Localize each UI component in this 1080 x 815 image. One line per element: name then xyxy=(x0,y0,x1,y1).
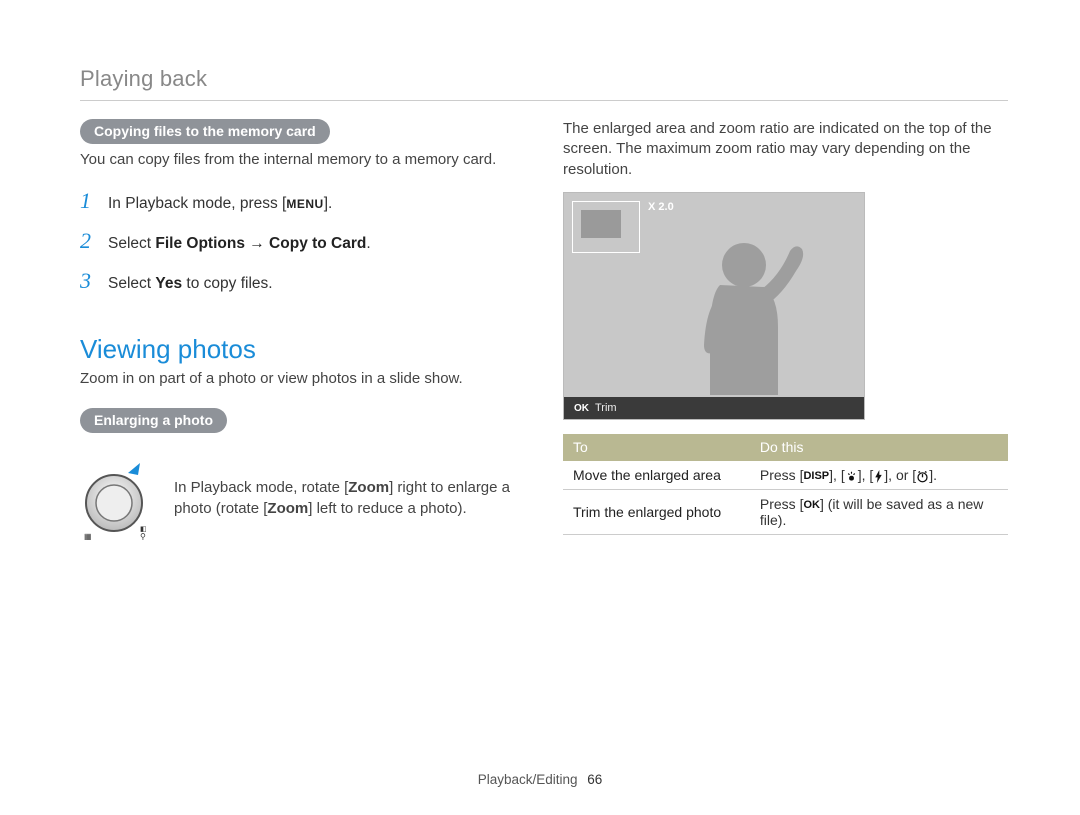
action-instruction: Press [OK] (it will be saved as a new fi… xyxy=(750,490,1008,535)
table-row: Trim the enlarged photo Press [OK] (it w… xyxy=(563,490,1008,535)
text: ], or [ xyxy=(884,467,916,483)
text: ], [ xyxy=(829,467,845,483)
ok-button-label: OK xyxy=(803,498,820,512)
svg-text:⚲: ⚲ xyxy=(140,532,146,541)
table-row: Move the enlarged area Press [DISP], [],… xyxy=(563,461,1008,490)
step-number: 2 xyxy=(80,228,94,254)
lcd-preview: X 2.0 OK Trim xyxy=(563,192,865,420)
action-name: Move the enlarged area xyxy=(563,461,750,490)
trim-label: Trim xyxy=(595,402,617,414)
footer-label: Playback/Editing xyxy=(478,772,578,787)
text: to copy files. xyxy=(182,275,272,292)
manual-page: Playing back Copying files to the memory… xyxy=(0,0,1080,815)
step-2: 2 Select File Options → Copy to Card. xyxy=(80,228,525,254)
actions-table: To Do this Move the enlarged area Press … xyxy=(563,434,1008,536)
page-number: 66 xyxy=(587,772,602,787)
enlarge-instruction: In Playback mode, rotate [Zoom] right to… xyxy=(174,478,525,519)
col-do-this: Do this xyxy=(750,434,1008,461)
flash-bolt-icon xyxy=(873,469,884,483)
zoom-label: Zoom xyxy=(267,500,308,517)
col-to: To xyxy=(563,434,750,461)
bold-text: File Options → Copy to Card xyxy=(155,235,366,252)
menu-button-label: MENU xyxy=(286,197,323,211)
copy-intro: You can copy files from the internal mem… xyxy=(80,150,525,170)
text: left to reduce a photo). xyxy=(312,500,466,517)
text: In Playback mode, rotate xyxy=(174,479,344,496)
bold-text: Yes xyxy=(155,275,182,292)
two-column-layout: Copying files to the memory card You can… xyxy=(80,119,1008,541)
step-number: 1 xyxy=(80,188,94,214)
zoom-dial-illustration: ▦ ⚲ ◧ xyxy=(80,457,152,541)
step-text: Select Yes to copy files. xyxy=(108,275,273,293)
child-silhouette-icon xyxy=(670,235,810,395)
disp-button-label: DISP xyxy=(803,469,829,483)
svg-text:◧: ◧ xyxy=(140,526,147,533)
text: Select xyxy=(108,235,155,252)
action-instruction: Press [DISP], [], [], or []. xyxy=(750,461,1008,490)
zoom-ratio-label: X 2.0 xyxy=(648,201,674,213)
text: In Playback mode, press [ xyxy=(108,195,286,212)
text: ]. xyxy=(929,467,937,483)
zoom-dial-block: ▦ ⚲ ◧ In Playback mode, rotate [Zoom] ri… xyxy=(80,457,525,541)
text: Press [ xyxy=(760,467,804,483)
subheading-enlarging: Enlarging a photo xyxy=(80,408,227,433)
text: Select xyxy=(108,275,155,292)
step-text: In Playback mode, press [MENU]. xyxy=(108,195,332,213)
right-column: The enlarged area and zoom ratio are ind… xyxy=(563,119,1008,541)
ok-label: OK xyxy=(574,398,589,420)
text: ]. xyxy=(324,195,333,212)
svg-text:▦: ▦ xyxy=(84,532,92,541)
subheading-copy-to-card: Copying files to the memory card xyxy=(80,119,330,144)
text: Press [ xyxy=(760,496,804,512)
zoom-area-indicator xyxy=(572,201,640,253)
page-footer: Playback/Editing 66 xyxy=(0,772,1080,787)
left-column: Copying files to the memory card You can… xyxy=(80,119,525,541)
self-timer-icon xyxy=(916,469,929,483)
step-text: Select File Options → Copy to Card. xyxy=(108,235,371,253)
zoom-area-inner xyxy=(581,210,621,238)
section-title: Playing back xyxy=(80,66,1008,92)
lcd-footer-bar: OK Trim xyxy=(564,397,864,419)
text: ], [ xyxy=(858,467,874,483)
divider xyxy=(80,100,1008,101)
heading-viewing-photos: Viewing photos xyxy=(80,334,525,365)
viewing-intro: Zoom in on part of a photo or view photo… xyxy=(80,369,525,389)
step-number: 3 xyxy=(80,268,94,294)
zoom-label: Zoom xyxy=(348,479,389,496)
text: . xyxy=(366,235,370,252)
zoom-ratio-note: The enlarged area and zoom ratio are ind… xyxy=(563,119,1008,180)
step-1: 1 In Playback mode, press [MENU]. xyxy=(80,188,525,214)
action-name: Trim the enlarged photo xyxy=(563,490,750,535)
macro-flower-icon xyxy=(845,469,858,483)
copy-steps: 1 In Playback mode, press [MENU]. 2 Sele… xyxy=(80,188,525,294)
step-3: 3 Select Yes to copy files. xyxy=(80,268,525,294)
